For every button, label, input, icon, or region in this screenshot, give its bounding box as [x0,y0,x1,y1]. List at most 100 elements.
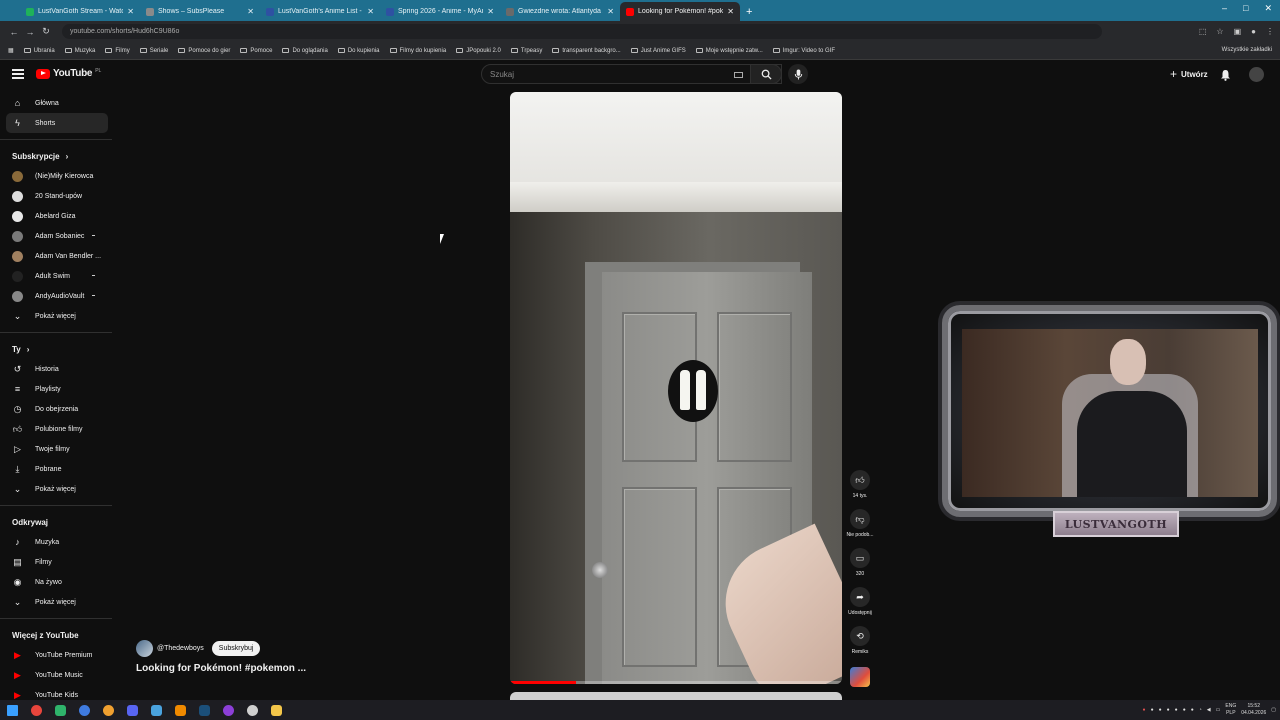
sidebar-item-explore[interactable]: ▤ Filmy [0,552,109,572]
search-button[interactable] [750,64,782,84]
subscribe-button[interactable]: Subskrybuj [211,641,261,656]
sidebar-item-subscription[interactable]: (Nie)Miły Kierowca [0,166,109,186]
remix-button[interactable]: ⟲ Remiks [844,626,876,665]
browser-tab[interactable]: LustVanGoth Stream - Watch Li✕ [20,2,140,21]
sidebar-item-you[interactable]: ◷ Do obejrzenia [0,399,109,419]
start-button[interactable] [0,700,24,720]
you-header[interactable]: Ty › [0,339,115,359]
extension-icon[interactable]: ▣ [1234,27,1242,36]
sidebar-item-subscription[interactable]: Abelard Giza [0,206,109,226]
tray-icon[interactable]: ● [1143,707,1146,713]
bookmark-item[interactable]: Do kupienia [337,48,380,54]
bookmark-item[interactable]: transparent backgro... [552,48,621,54]
youtube-logo[interactable]: YouTube PL [36,68,101,79]
share-button[interactable]: ➦ Udostępnij [844,587,876,626]
bookmark-item[interactable]: Filmy [105,48,130,54]
url-bar[interactable]: youtube.com/shorts/Hud6hC9U86o [62,24,1102,39]
bookmark-item[interactable]: Muzyka [64,48,95,54]
language-indicator[interactable]: ENG PLP [1225,703,1236,717]
sidebar-item-explore[interactable]: ♪ Muzyka [0,532,109,552]
sidebar-item-explore[interactable]: ◉ Na żywo [0,572,109,592]
shorts-video-player[interactable] [510,92,842,684]
thumb-down-button[interactable]: 👎︎ Nie podob... [844,509,876,548]
sidebar-item-main[interactable]: ϟ Shorts [6,113,108,133]
bookmark-item[interactable]: Pomoce do gier [178,48,230,54]
thumb-up-button[interactable]: 👍︎ 14 tys. [844,470,876,509]
subscriptions-show-more[interactable]: ⌄ Pokaż więcej [0,306,109,326]
bookmark-item[interactable]: Trpeasy [510,48,542,54]
tab-close-icon[interactable]: ✕ [367,7,374,16]
browser-tab[interactable]: Shows – SubsPlease ✕ [140,2,260,21]
comment-button[interactable]: ▭ 320 [844,548,876,587]
chrome-taskbar-icon[interactable] [24,700,48,720]
sidebar-item-you[interactable]: ▷ Twoje filmy [0,439,109,459]
tray-icon[interactable]: ● [1191,707,1194,713]
tray-icon[interactable]: ● [1175,707,1178,713]
bookmark-item[interactable]: Pomoce [240,48,272,54]
folder-taskbar-icon[interactable] [264,700,288,720]
profile-icon[interactable]: ● [1251,27,1256,36]
sidebar-item-subscription[interactable]: Adam Van Bendler ... [0,246,109,266]
tab-close-icon[interactable]: ✕ [487,7,494,16]
menu-icon[interactable]: ⋮ [1266,27,1274,36]
app-taskbar-icon[interactable] [144,700,168,720]
terminal-taskbar-icon[interactable] [48,700,72,720]
sidebar-item-you[interactable]: ↺ Historia [0,359,109,379]
sidebar-item-main[interactable]: ⌂ Główna [0,93,109,113]
sidebar-item-subscription[interactable]: Adult Swim [0,266,109,286]
bookmark-item[interactable]: Do oglądania [282,48,328,54]
tray-icon[interactable]: ● [1183,707,1186,713]
app-taskbar-icon[interactable] [96,700,120,720]
browser-tab[interactable]: LustVanGoth's Anime List - My ✕ [260,2,380,21]
forward-icon[interactable]: → [22,27,38,37]
tab-close-icon[interactable]: ✕ [127,7,134,16]
cast-icon[interactable]: ⬚ [1199,27,1207,36]
tab-close-icon[interactable]: ✕ [607,7,614,16]
steam-taskbar-icon[interactable] [192,700,216,720]
sidebar-item-subscription[interactable]: 20 Stand-upów [0,186,109,206]
clock[interactable]: 15:52 04.04.2026 [1241,703,1266,717]
sidebar-item-subscription[interactable]: AndyAudioVault [0,286,109,306]
channel-avatar[interactable] [136,640,153,657]
browser-tab[interactable]: Looking for Pokémon! #poke ✕ [620,2,740,21]
battery-icon[interactable]: ▭ [1216,707,1221,713]
sidebar-item-explore[interactable]: ⌄ Pokaż więcej [0,592,109,612]
remix-sound-thumbnail[interactable] [850,667,870,687]
bookmark-item[interactable]: Ubrania [23,48,55,54]
bookmark-item[interactable]: Filmy do kupienia [389,48,446,54]
sidebar-item-more[interactable]: ▶ YouTube Music [0,665,109,685]
video-progress-bar[interactable] [510,681,842,684]
sidebar-item-you[interactable]: ⌄ Pokaż więcej [0,479,109,499]
browser-tab[interactable]: Gwiezdne wrota: Atlantyda / St ✕ [500,2,620,21]
bookmark-item[interactable]: Imgur: Video to GIF [772,48,835,54]
tray-icon[interactable]: ● [1167,707,1170,713]
volume-icon[interactable]: ◀ [1207,707,1211,713]
app-taskbar-icon[interactable] [216,700,240,720]
account-avatar[interactable] [1249,67,1264,82]
sidebar-item-subscription[interactable]: Adam Sobaniec [0,226,109,246]
vlc-taskbar-icon[interactable] [168,700,192,720]
sidebar-item-you[interactable]: 👍︎ Polubione filmy [0,419,109,439]
sidebar-item-you[interactable]: ≡ Playlisty [0,379,109,399]
tray-icon[interactable]: ● [1159,707,1162,713]
notification-center-icon[interactable]: ▢ [1271,707,1276,713]
short-title[interactable]: Looking for Pokémon! #pokemon ... [136,663,306,674]
new-tab-button[interactable]: + [746,6,752,18]
notifications-bell-icon[interactable] [1220,68,1231,86]
close-window-button[interactable]: ✕ [1264,3,1272,14]
voice-search-button[interactable] [788,64,808,84]
browser-taskbar-icon[interactable] [72,700,96,720]
apps-icon[interactable]: ▦ [8,47,14,54]
browser-tab[interactable]: Spring 2026 - Anime - MyAnim ✕ [380,2,500,21]
bookmark-item[interactable]: Moje wstępnie zatw... [695,48,763,54]
wifi-icon[interactable]: ◔ [1199,707,1202,713]
discord-taskbar-icon[interactable] [120,700,144,720]
minimize-button[interactable]: – [1222,3,1227,14]
maximize-button[interactable]: □ [1243,3,1248,14]
subscriptions-header[interactable]: Subskrypcje › [0,146,115,166]
bookmark-star-icon[interactable]: ☆ [1216,27,1223,36]
keyboard-icon[interactable] [734,72,743,78]
obs-taskbar-icon[interactable] [240,700,264,720]
sidebar-item-you[interactable]: ⤓ Pobrane [0,459,109,479]
bookmark-item[interactable]: Seriale [139,48,168,54]
